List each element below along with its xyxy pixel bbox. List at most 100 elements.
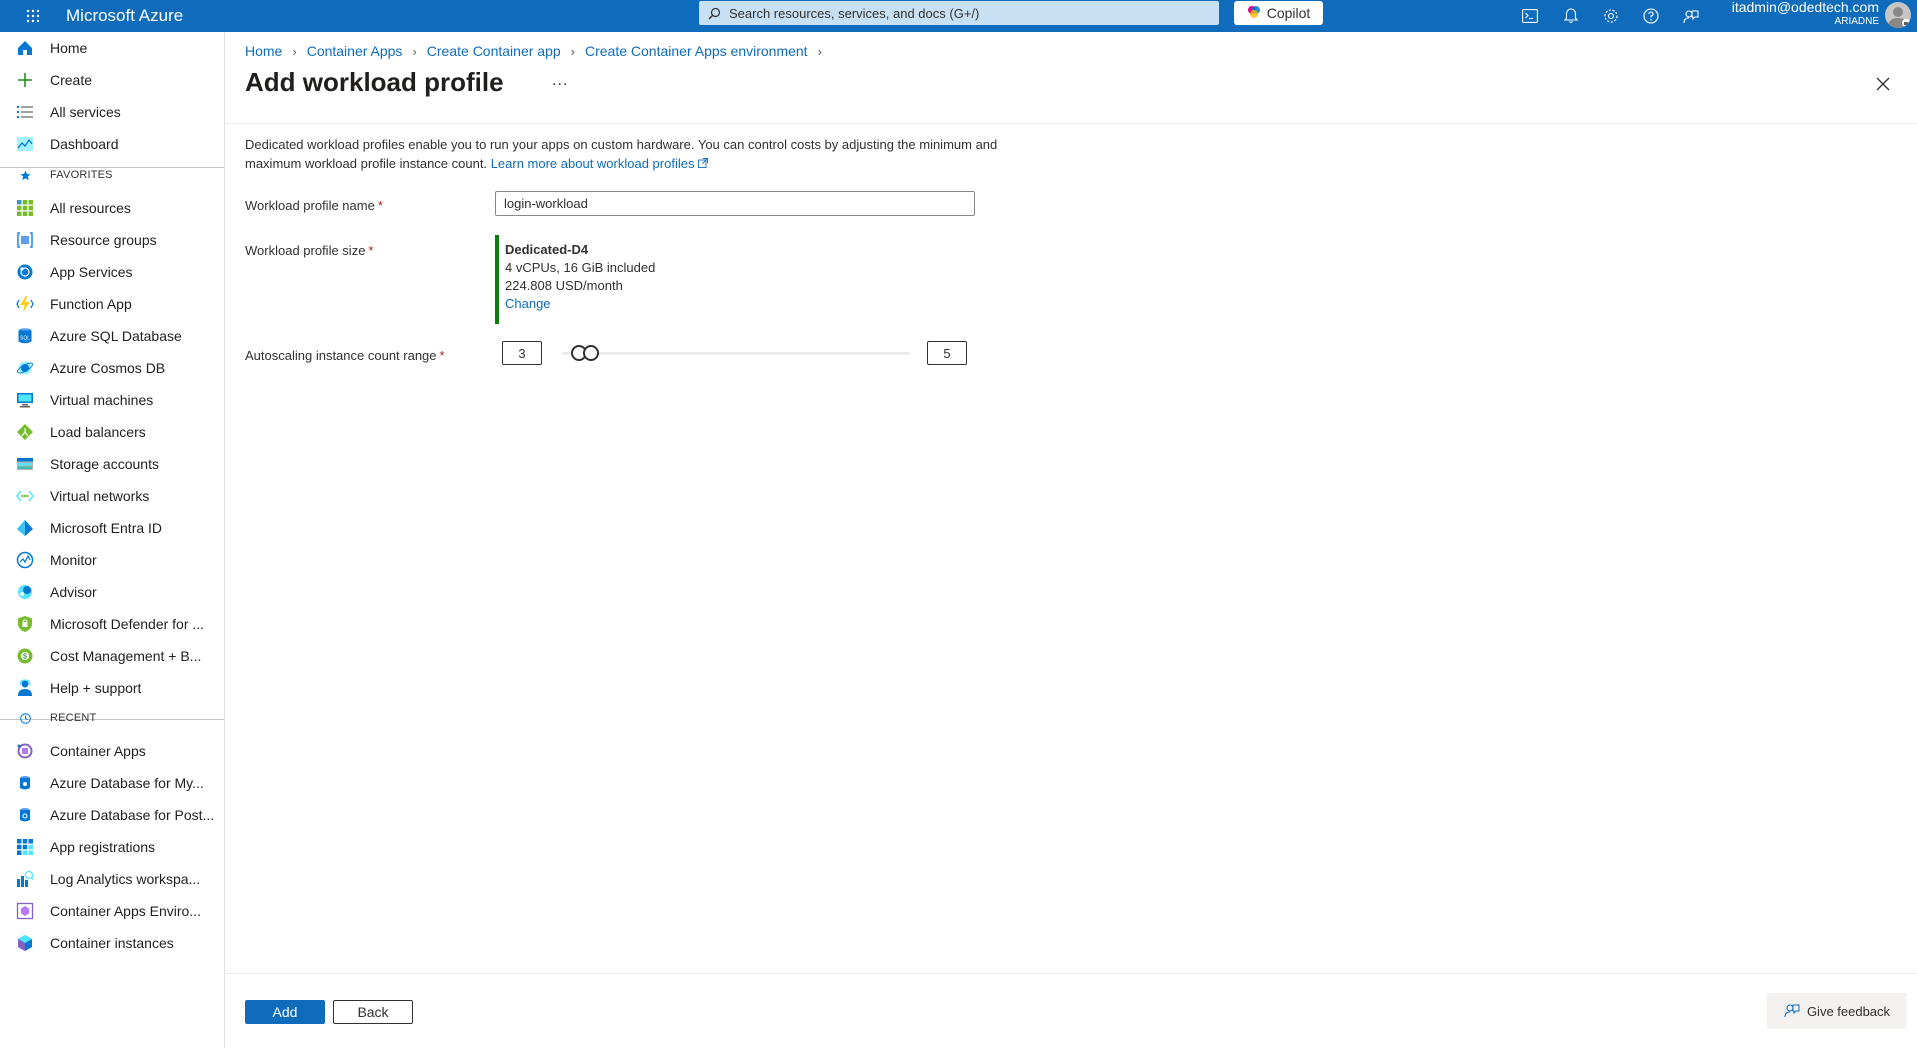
help-icon[interactable] [1639, 4, 1663, 28]
sidebar-item-label: Cost Management + B... [50, 648, 202, 664]
sidebar-item-label: Container Apps Enviro... [50, 903, 201, 919]
learn-more-link[interactable]: Learn more about workload profiles [491, 156, 709, 171]
avatar[interactable] [1885, 2, 1911, 28]
app-services-icon [0, 256, 50, 288]
sidebar-item-log-analytics-workspa[interactable]: Log Analytics workspa... [0, 863, 224, 895]
sidebar-item-dashboard[interactable]: Dashboard [0, 128, 224, 160]
autoscaling-range-label: Autoscaling instance count range * [245, 348, 445, 363]
sidebar-item-cost-management-b[interactable]: $ Cost Management + B... [0, 640, 224, 672]
required-marker: * [368, 243, 374, 258]
monitor-icon [0, 544, 50, 576]
breadcrumb-home[interactable]: Home [245, 43, 282, 59]
clock-icon [0, 712, 50, 724]
sidebar-item-virtual-networks[interactable]: Virtual networks [0, 480, 224, 512]
description: Dedicated workload profiles enable you t… [245, 135, 1005, 173]
sidebar-item-azure-database-for-my[interactable]: Azure Database for My... [0, 767, 224, 799]
cloud-shell-icon[interactable] [1518, 4, 1542, 28]
account-email: itadmin@odedtech.com [1731, 0, 1879, 15]
required-marker: * [377, 198, 383, 213]
sidebar-item-label: Microsoft Entra ID [50, 520, 163, 536]
resource-groups-icon [0, 224, 50, 256]
sidebar-item-label: Resource groups [50, 232, 157, 248]
feedback-icon[interactable] [1679, 4, 1703, 28]
sidebar-item-home[interactable]: Home [0, 32, 224, 64]
workload-profile-name-input[interactable]: login-workload [495, 191, 975, 216]
autoscale-range-slider[interactable] [562, 352, 910, 355]
sidebar-item-azure-cosmos-db[interactable]: Azure Cosmos DB [0, 352, 224, 384]
sidebar-item-all-services[interactable]: All services [0, 96, 224, 128]
function-app-icon [0, 288, 50, 320]
account-menu[interactable]: itadmin@odedtech.com ARIADNE [1732, 0, 1879, 28]
sidebar-item-container-apps-enviro[interactable]: Container Apps Enviro... [0, 895, 224, 927]
back-button[interactable]: Back [333, 1000, 413, 1024]
page-title: Add workload profile [245, 67, 504, 97]
change-size-link[interactable]: Change [505, 296, 551, 311]
workload-profile-size-summary: Dedicated-D4 4 vCPUs, 16 GiB included 22… [505, 241, 655, 313]
settings-gear-icon[interactable] [1599, 4, 1623, 28]
global-search-input[interactable]: Search resources, services, and docs (G+… [699, 1, 1219, 25]
sidebar-item-resource-groups[interactable]: Resource groups [0, 224, 224, 256]
sidebar-item-microsoft-entra-id[interactable]: Microsoft Entra ID [0, 512, 224, 544]
autoscale-max-input[interactable]: 5 [927, 341, 967, 365]
sidebar-item-label: Container instances [50, 935, 174, 951]
sidebar-item-app-registrations[interactable]: App registrations [0, 831, 224, 863]
chevron-right-icon: › [817, 43, 822, 59]
give-feedback-label: Give feedback [1806, 1003, 1891, 1019]
more-options-button[interactable]: ... [552, 72, 568, 90]
breadcrumb-create-environment[interactable]: Create Container Apps environment [585, 43, 808, 59]
close-icon[interactable] [1873, 74, 1893, 94]
sidebar-item-monitor[interactable]: Monitor [0, 544, 224, 576]
sidebar-item-virtual-machines[interactable]: Virtual machines [0, 384, 224, 416]
top-bar: Microsoft Azure Search resources, servic… [0, 0, 1917, 32]
plus-icon [0, 64, 50, 96]
chevron-right-icon: › [292, 43, 297, 59]
sidebar-item-label: Monitor [50, 552, 97, 568]
breadcrumb-container-apps[interactable]: Container Apps [307, 43, 403, 59]
sidebar-item-label: Virtual machines [50, 392, 154, 408]
sidebar-item-all-resources[interactable]: All resources [0, 192, 224, 224]
search-icon [699, 7, 729, 20]
size-price: 224.808 USD/month [505, 278, 623, 293]
sidebar-item-help-support[interactable]: Help + support [0, 672, 224, 704]
sidebar-item-label: All resources [50, 200, 131, 216]
breadcrumb: Home › Container Apps › Create Container… [245, 43, 832, 59]
autoscale-min-input[interactable]: 3 [502, 341, 542, 365]
footer-bar [226, 973, 1917, 1048]
sidebar-item-container-apps[interactable]: Container Apps [0, 735, 224, 767]
portal-menu-icon[interactable] [0, 0, 66, 32]
sidebar-item-storage-accounts[interactable]: Storage accounts [0, 448, 224, 480]
list-icon [0, 96, 50, 128]
svg-text:$: $ [23, 654, 27, 661]
sidebar-item-container-instances[interactable]: Container instances [0, 927, 224, 959]
notifications-icon[interactable] [1559, 4, 1583, 28]
sidebar-item-label: Help + support [50, 680, 142, 696]
sidebar-item-function-app[interactable]: Function App [0, 288, 224, 320]
sidebar-item-label: Azure SQL Database [50, 328, 182, 344]
sidebar-item-label: Home [50, 40, 88, 56]
search-placeholder: Search resources, services, and docs (G+… [729, 5, 980, 21]
copilot-label: Copilot [1266, 5, 1311, 21]
svg-text:SQL: SQL [20, 336, 30, 342]
brand-title[interactable]: Microsoft Azure [66, 6, 183, 26]
feedback-icon [1784, 1002, 1800, 1021]
sidebar-item-label: App registrations [50, 839, 156, 855]
sidebar-item-create[interactable]: Create [0, 64, 224, 96]
chevron-right-icon: › [412, 43, 417, 59]
sidebar-item-advisor[interactable]: Advisor [0, 576, 224, 608]
sidebar-item-azure-sql-database[interactable]: SQL Azure SQL Database [0, 320, 224, 352]
sidebar-item-load-balancers[interactable]: Load balancers [0, 416, 224, 448]
breadcrumb-create-container-app[interactable]: Create Container app [427, 43, 561, 59]
sidebar-item-azure-database-for-post[interactable]: Azure Database for Post... [0, 799, 224, 831]
add-button[interactable]: Add [245, 1000, 325, 1024]
sidebar-item-microsoft-defender-for[interactable]: Microsoft Defender for ... [0, 608, 224, 640]
add-workload-profile-blade: Home › Container Apps › Create Container… [226, 32, 1917, 1048]
required-marker: * [439, 348, 445, 363]
autoscale-max-thumb[interactable] [583, 345, 599, 361]
sql-database-icon: SQL [0, 320, 50, 352]
left-navigation: Home Create All services Dashboard FAVORITES… [0, 32, 225, 1048]
copilot-button[interactable]: Copilot [1234, 1, 1323, 25]
give-feedback-button[interactable]: Give feedback [1767, 993, 1907, 1029]
sidebar-item-label: Azure Cosmos DB [50, 360, 166, 376]
external-link-icon [698, 156, 709, 171]
sidebar-item-app-services[interactable]: App Services [0, 256, 224, 288]
